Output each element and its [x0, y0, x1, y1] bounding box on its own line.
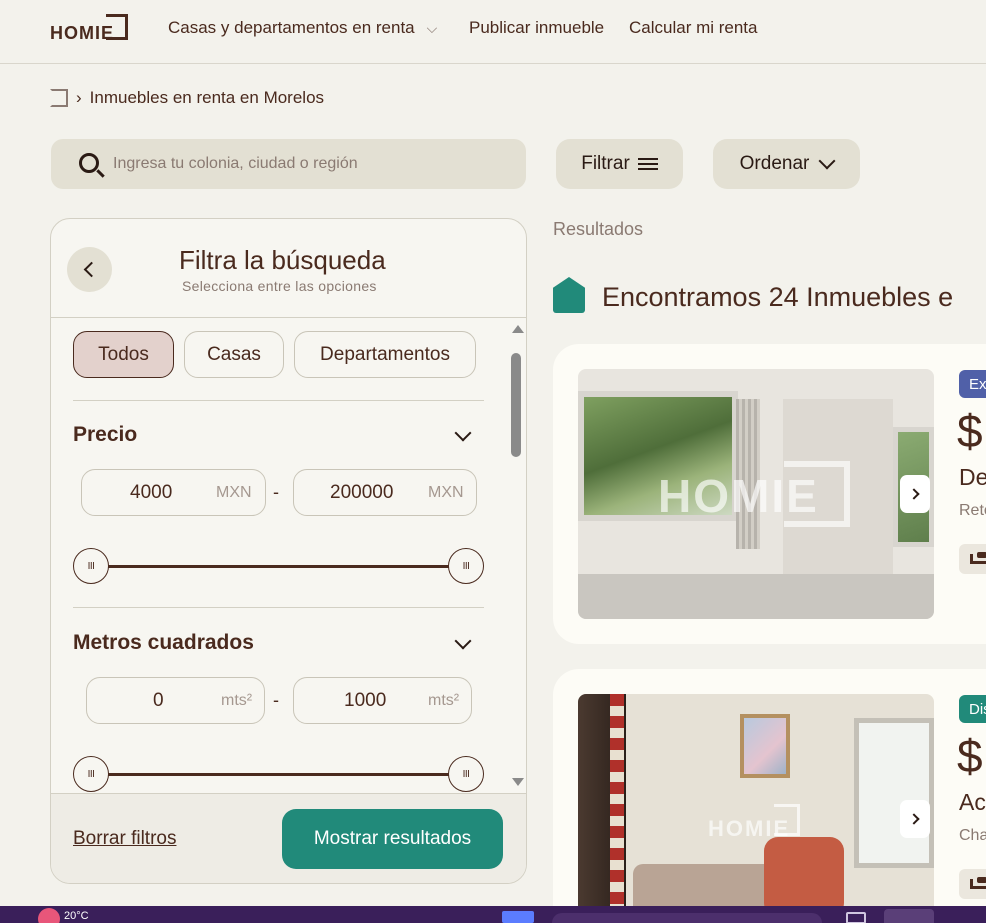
search-bar [51, 139, 526, 189]
property-card[interactable]: HOMIE Dis $ Ac Cha [553, 669, 986, 923]
nav-publicar-inmueble[interactable]: Publicar inmueble [469, 18, 604, 38]
price-min-value: 4000 [130, 482, 173, 503]
back-button[interactable] [67, 247, 112, 292]
filter-panel-subtitle: Selecciona entre las opciones [182, 278, 377, 294]
range-separator: - [273, 690, 279, 710]
scroll-up-icon[interactable] [512, 325, 524, 333]
task-view-icon[interactable] [846, 912, 866, 923]
property-tag: Ex [959, 370, 986, 398]
filter-label: Filtrar [581, 153, 630, 174]
sort-button[interactable]: Ordenar [713, 139, 860, 189]
area-min-unit: mts² [221, 692, 253, 709]
nav-casas-label: Casas y departamentos en renta [168, 18, 415, 37]
breadcrumb: › Inmuebles en renta en Morelos [50, 88, 324, 108]
divider [73, 607, 484, 608]
area-max-field[interactable]: 1000 mts² [293, 677, 472, 724]
property-title[interactable]: De [959, 464, 986, 491]
watermark-frame-icon [784, 461, 850, 527]
house-icon [553, 277, 585, 313]
logo-frame-icon [106, 14, 128, 40]
filter-panel-header: Filtra la búsqueda Selecciona entre las … [51, 219, 526, 318]
os-taskbar: 20°C [0, 906, 986, 923]
photo-floor [578, 574, 934, 619]
bed-icon [959, 869, 986, 899]
taskbar-search[interactable] [552, 913, 822, 923]
taskbar-temperature: 20°C [64, 910, 89, 922]
filter-button[interactable]: Filtrar [556, 139, 683, 189]
scroll-down-icon[interactable] [512, 778, 524, 786]
scroll-thumb[interactable] [511, 353, 521, 457]
type-casas-button[interactable]: Casas [184, 331, 284, 378]
area-max-unit: mts² [428, 692, 460, 709]
type-todos-button[interactable]: Todos [73, 331, 174, 378]
area-section-title[interactable]: Metros cuadrados [73, 631, 254, 655]
sliders-icon [637, 156, 658, 172]
chevron-right-icon [907, 488, 920, 500]
price-min-field[interactable]: 4000 MXN [81, 469, 266, 516]
price-max-value: 200000 [330, 482, 394, 503]
watermark-frame-icon [774, 804, 800, 836]
next-photo-button[interactable] [900, 475, 930, 513]
area-min-value: 0 [153, 690, 164, 711]
price-max-unit: MXN [428, 484, 464, 501]
top-navigation-bar: HOMIE Casas y departamentos en renta ⌵ Pu… [0, 0, 986, 64]
property-price: $ [957, 405, 983, 457]
clear-filters-link[interactable]: Borrar filtros [73, 828, 176, 850]
property-photo[interactable]: HOMIE [578, 369, 934, 619]
type-departamentos-button[interactable]: Departamentos [294, 331, 476, 378]
property-card[interactable]: HOMIE Ex $ De Reto [553, 344, 986, 644]
area-slider-track[interactable] [91, 773, 467, 776]
property-tag: Dis [959, 695, 986, 723]
price-min-handle[interactable]: III [73, 548, 109, 584]
range-separator: - [273, 482, 279, 502]
price-min-unit: MXN [216, 484, 252, 501]
photo-painting [740, 714, 790, 778]
filter-panel-footer: Borrar filtros Mostrar resultados [51, 793, 526, 883]
property-location: Cha [959, 827, 986, 844]
results-title: Encontramos 24 Inmuebles e [602, 282, 954, 312]
area-max-value: 1000 [344, 690, 387, 711]
home-icon[interactable] [50, 89, 68, 107]
filter-scrollbar[interactable] [509, 319, 526, 793]
logo-text: HOMIE [50, 23, 115, 43]
area-max-handle[interactable]: III [448, 756, 484, 792]
photo-armchair [764, 837, 844, 917]
show-results-button[interactable]: Mostrar resultados [282, 809, 503, 869]
divider [73, 400, 484, 401]
nav-casas-departamentos[interactable]: Casas y departamentos en renta ⌵ [168, 18, 437, 38]
area-min-handle[interactable]: III [73, 756, 109, 792]
nav-calcular-renta[interactable]: Calcular mi renta [629, 18, 758, 38]
chevron-down-icon[interactable] [454, 424, 472, 442]
sort-label: Ordenar [739, 153, 810, 174]
photo-curtain [610, 694, 624, 923]
property-price: $ [957, 730, 983, 782]
search-input[interactable] [113, 149, 513, 179]
breadcrumb-current[interactable]: Inmuebles en renta en Morelos [90, 88, 324, 108]
chevron-right-icon [907, 813, 920, 825]
weather-icon[interactable] [38, 908, 60, 923]
property-photo[interactable]: HOMIE [578, 694, 934, 923]
filter-panel-title: Filtra la búsqueda [179, 245, 386, 275]
chevron-down-icon [818, 152, 836, 170]
property-location: Reto [959, 502, 986, 519]
area-min-field[interactable]: 0 mts² [86, 677, 265, 724]
filter-panel: Filtra la búsqueda Selecciona entre las … [50, 218, 527, 884]
results-label: Resultados [553, 219, 644, 239]
chevron-down-icon[interactable] [454, 632, 472, 650]
taskbar-app-icon[interactable] [884, 909, 934, 923]
bed-icon [959, 544, 986, 574]
breadcrumb-separator-icon: › [76, 88, 82, 107]
price-max-field[interactable]: 200000 MXN [293, 469, 477, 516]
price-section-title[interactable]: Precio [73, 423, 137, 447]
price-slider-track[interactable] [91, 565, 467, 568]
homie-logo[interactable]: HOMIE [50, 14, 130, 44]
chevron-down-icon: ⌵ [426, 20, 438, 36]
photo-window [854, 718, 934, 868]
search-icon[interactable] [79, 153, 99, 173]
property-title[interactable]: Ac [959, 789, 986, 816]
chevron-left-icon [83, 261, 100, 278]
next-photo-button[interactable] [900, 800, 930, 838]
taskbar-app-icon[interactable] [502, 911, 534, 923]
price-max-handle[interactable]: III [448, 548, 484, 584]
